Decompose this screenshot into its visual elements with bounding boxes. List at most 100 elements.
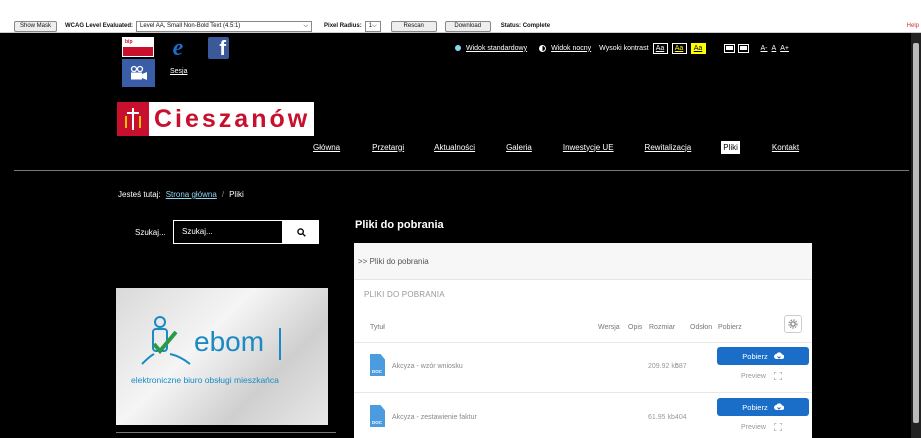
ebom-banner[interactable]: ebom elektroniczne biuro obsługi mieszka…	[116, 288, 328, 425]
contrast-option-black-on-yellow[interactable]: Aa	[690, 42, 706, 54]
bip-text: bip	[125, 39, 133, 45]
doc-file-icon: DOC	[370, 354, 385, 376]
font-size-decrease[interactable]: A-	[761, 45, 768, 52]
chevron-down-icon: ⌵	[372, 22, 377, 29]
cloud-download-icon	[773, 403, 784, 410]
preview-button[interactable]: Preview	[741, 423, 782, 431]
wcag-level-label: WCAG Level Evaluated:	[65, 23, 134, 29]
city-logo[interactable]: Cieszanów	[117, 102, 315, 136]
wcag-level-value: Level AA, Small Non-Bold Text (4.5:1)	[140, 22, 241, 29]
column-header-size[interactable]: Rozmiar	[649, 324, 675, 331]
file-size: 61.95 kb	[648, 414, 675, 421]
video-camera-icon[interactable]	[122, 59, 155, 87]
column-header-version[interactable]: Wersja	[598, 324, 620, 331]
section-label: PLIKI DO POBRANIA	[364, 290, 445, 299]
gear-icon	[788, 319, 798, 329]
standard-view-link[interactable]: Widok standardowy	[466, 45, 527, 52]
file-name[interactable]: Akcyza - wzór wniosku	[392, 363, 463, 370]
file-name[interactable]: Akcyza - zestawienie faktur	[392, 414, 477, 421]
wcag-level-select[interactable]: Level AA, Small Non-Bold Text (4.5:1) ⌵	[136, 20, 313, 32]
panel-heading: >> Pliki do pobrania	[354, 243, 812, 280]
site-header: bip e f Sesja Widok standardowy Widok no…	[14, 33, 909, 170]
download-file-button[interactable]: Pobierz	[717, 398, 809, 416]
file-views: 404	[675, 414, 687, 421]
breadcrumb-home-link[interactable]: Strona główna	[166, 190, 217, 199]
scan-status: Status: Complete	[500, 23, 551, 29]
citizen-check-icon	[141, 316, 191, 365]
column-header-download[interactable]: Pobierz	[718, 324, 742, 331]
wcag-toolbar: Show Mask WCAG Level Evaluated: Level AA…	[0, 0, 921, 33]
main-nav: Główna Przetargi Aktualności Galeria Inw…	[313, 140, 799, 154]
header-divider	[14, 170, 909, 171]
ebom-wordmark: ebom	[194, 326, 265, 357]
font-size-increase[interactable]: A+	[780, 45, 789, 52]
night-view-icon	[539, 44, 547, 52]
nav-item-rewitalizacja[interactable]: Rewitalizacja	[645, 143, 692, 152]
table-settings-button[interactable]	[784, 315, 802, 333]
bip-logo[interactable]: bip	[122, 37, 154, 57]
file-type: DOC	[372, 420, 382, 425]
preview-button[interactable]: Preview	[741, 372, 782, 380]
pixel-radius-select[interactable]: 1 ⌵	[364, 20, 381, 32]
high-contrast-label: Wysoki kontrast	[599, 44, 649, 52]
search-icon	[296, 227, 306, 237]
column-header-views[interactable]: Odsłon	[690, 324, 712, 331]
chevron-down-icon: ⌵	[303, 22, 309, 29]
layout-narrow-icon[interactable]	[723, 43, 735, 53]
facebook-icon[interactable]: f	[208, 37, 229, 59]
files-panel: >> Pliki do pobrania PLIKI DO POBRANIA T…	[354, 243, 812, 438]
font-size-normal[interactable]: A	[772, 45, 777, 52]
breadcrumb-prefix: Jesteś tutaj:	[118, 190, 161, 199]
help-link[interactable]: Help	[907, 23, 919, 29]
breadcrumb: Jesteś tutaj: Strona główna / Pliki	[118, 190, 244, 199]
nav-item-glowna[interactable]: Główna	[313, 143, 340, 152]
page-scrollbar[interactable]	[911, 33, 921, 438]
pixel-radius-label: Pixel Radius:	[324, 23, 362, 29]
ebom-subtitle: elektroniczne biuro obsługi mieszkańca	[131, 375, 279, 385]
accessibility-bar: Widok standardowy Widok nocny Wysoki kon…	[455, 42, 793, 54]
nav-item-przetargi[interactable]: Przetargi	[372, 143, 404, 152]
table-row: DOC Akcyza - zestawienie faktur 61.95 kb…	[354, 394, 812, 438]
file-views: 687	[675, 363, 687, 370]
search-button[interactable]	[283, 220, 319, 244]
camera-glyph	[130, 65, 147, 80]
standard-view-icon	[455, 45, 461, 51]
table-row: DOC Akcyza - wzór wniosku 209.92 kb 687 …	[354, 343, 812, 393]
nav-item-kontakt[interactable]: Kontakt	[772, 143, 799, 152]
preview-label: Preview	[741, 423, 766, 431]
rescan-button[interactable]: Rescan	[390, 20, 437, 32]
nav-item-inwestycje-ue[interactable]: Inwestycje UE	[563, 143, 614, 152]
sesja-link[interactable]: Sesja	[170, 68, 188, 75]
download-label: Pobierz	[742, 351, 768, 361]
sidebar-divider	[116, 432, 336, 433]
night-view-link[interactable]: Widok nocny	[551, 45, 591, 52]
nav-item-pliki[interactable]: Pliki	[721, 140, 740, 154]
breadcrumb-current: Pliki	[229, 190, 244, 199]
download-label: Pobierz	[742, 402, 768, 412]
contrast-option-yellow-on-black[interactable]: Aa	[671, 42, 687, 54]
wcag-controls: Show Mask WCAG Level Evaluated: Level AA…	[14, 20, 553, 32]
nav-item-galeria[interactable]: Galeria	[506, 143, 532, 152]
nav-item-aktualnosci[interactable]: Aktualności	[434, 143, 475, 152]
search-label: Szukaj...	[135, 228, 166, 237]
page-title: Pliki do pobrania	[355, 219, 444, 231]
doc-file-icon: DOC	[370, 405, 385, 427]
crest-glyph	[125, 108, 141, 130]
download-button[interactable]: Download	[444, 20, 491, 32]
preview-label: Preview	[741, 372, 766, 380]
layout-wide-icon[interactable]	[737, 43, 749, 53]
e-service-logo[interactable]: e	[162, 35, 194, 61]
search-input[interactable]: Szukaj...	[173, 220, 283, 244]
scrollbar-thumb[interactable]	[913, 43, 919, 423]
download-file-button[interactable]: Pobierz	[717, 347, 809, 365]
files-table-header: Tytuł Wersja Opis Rozmiar Odsłon Pobierz	[354, 315, 812, 343]
file-type: DOC	[372, 369, 382, 374]
ebom-divider	[279, 328, 281, 360]
column-header-description[interactable]: Opis	[628, 324, 642, 331]
expand-icon	[773, 423, 782, 431]
cloud-download-icon	[773, 352, 784, 359]
contrast-option-default[interactable]: Aa	[652, 42, 668, 54]
show-mask-button[interactable]: Show Mask	[14, 20, 58, 32]
expand-icon	[773, 372, 782, 380]
column-header-title[interactable]: Tytuł	[370, 324, 385, 331]
